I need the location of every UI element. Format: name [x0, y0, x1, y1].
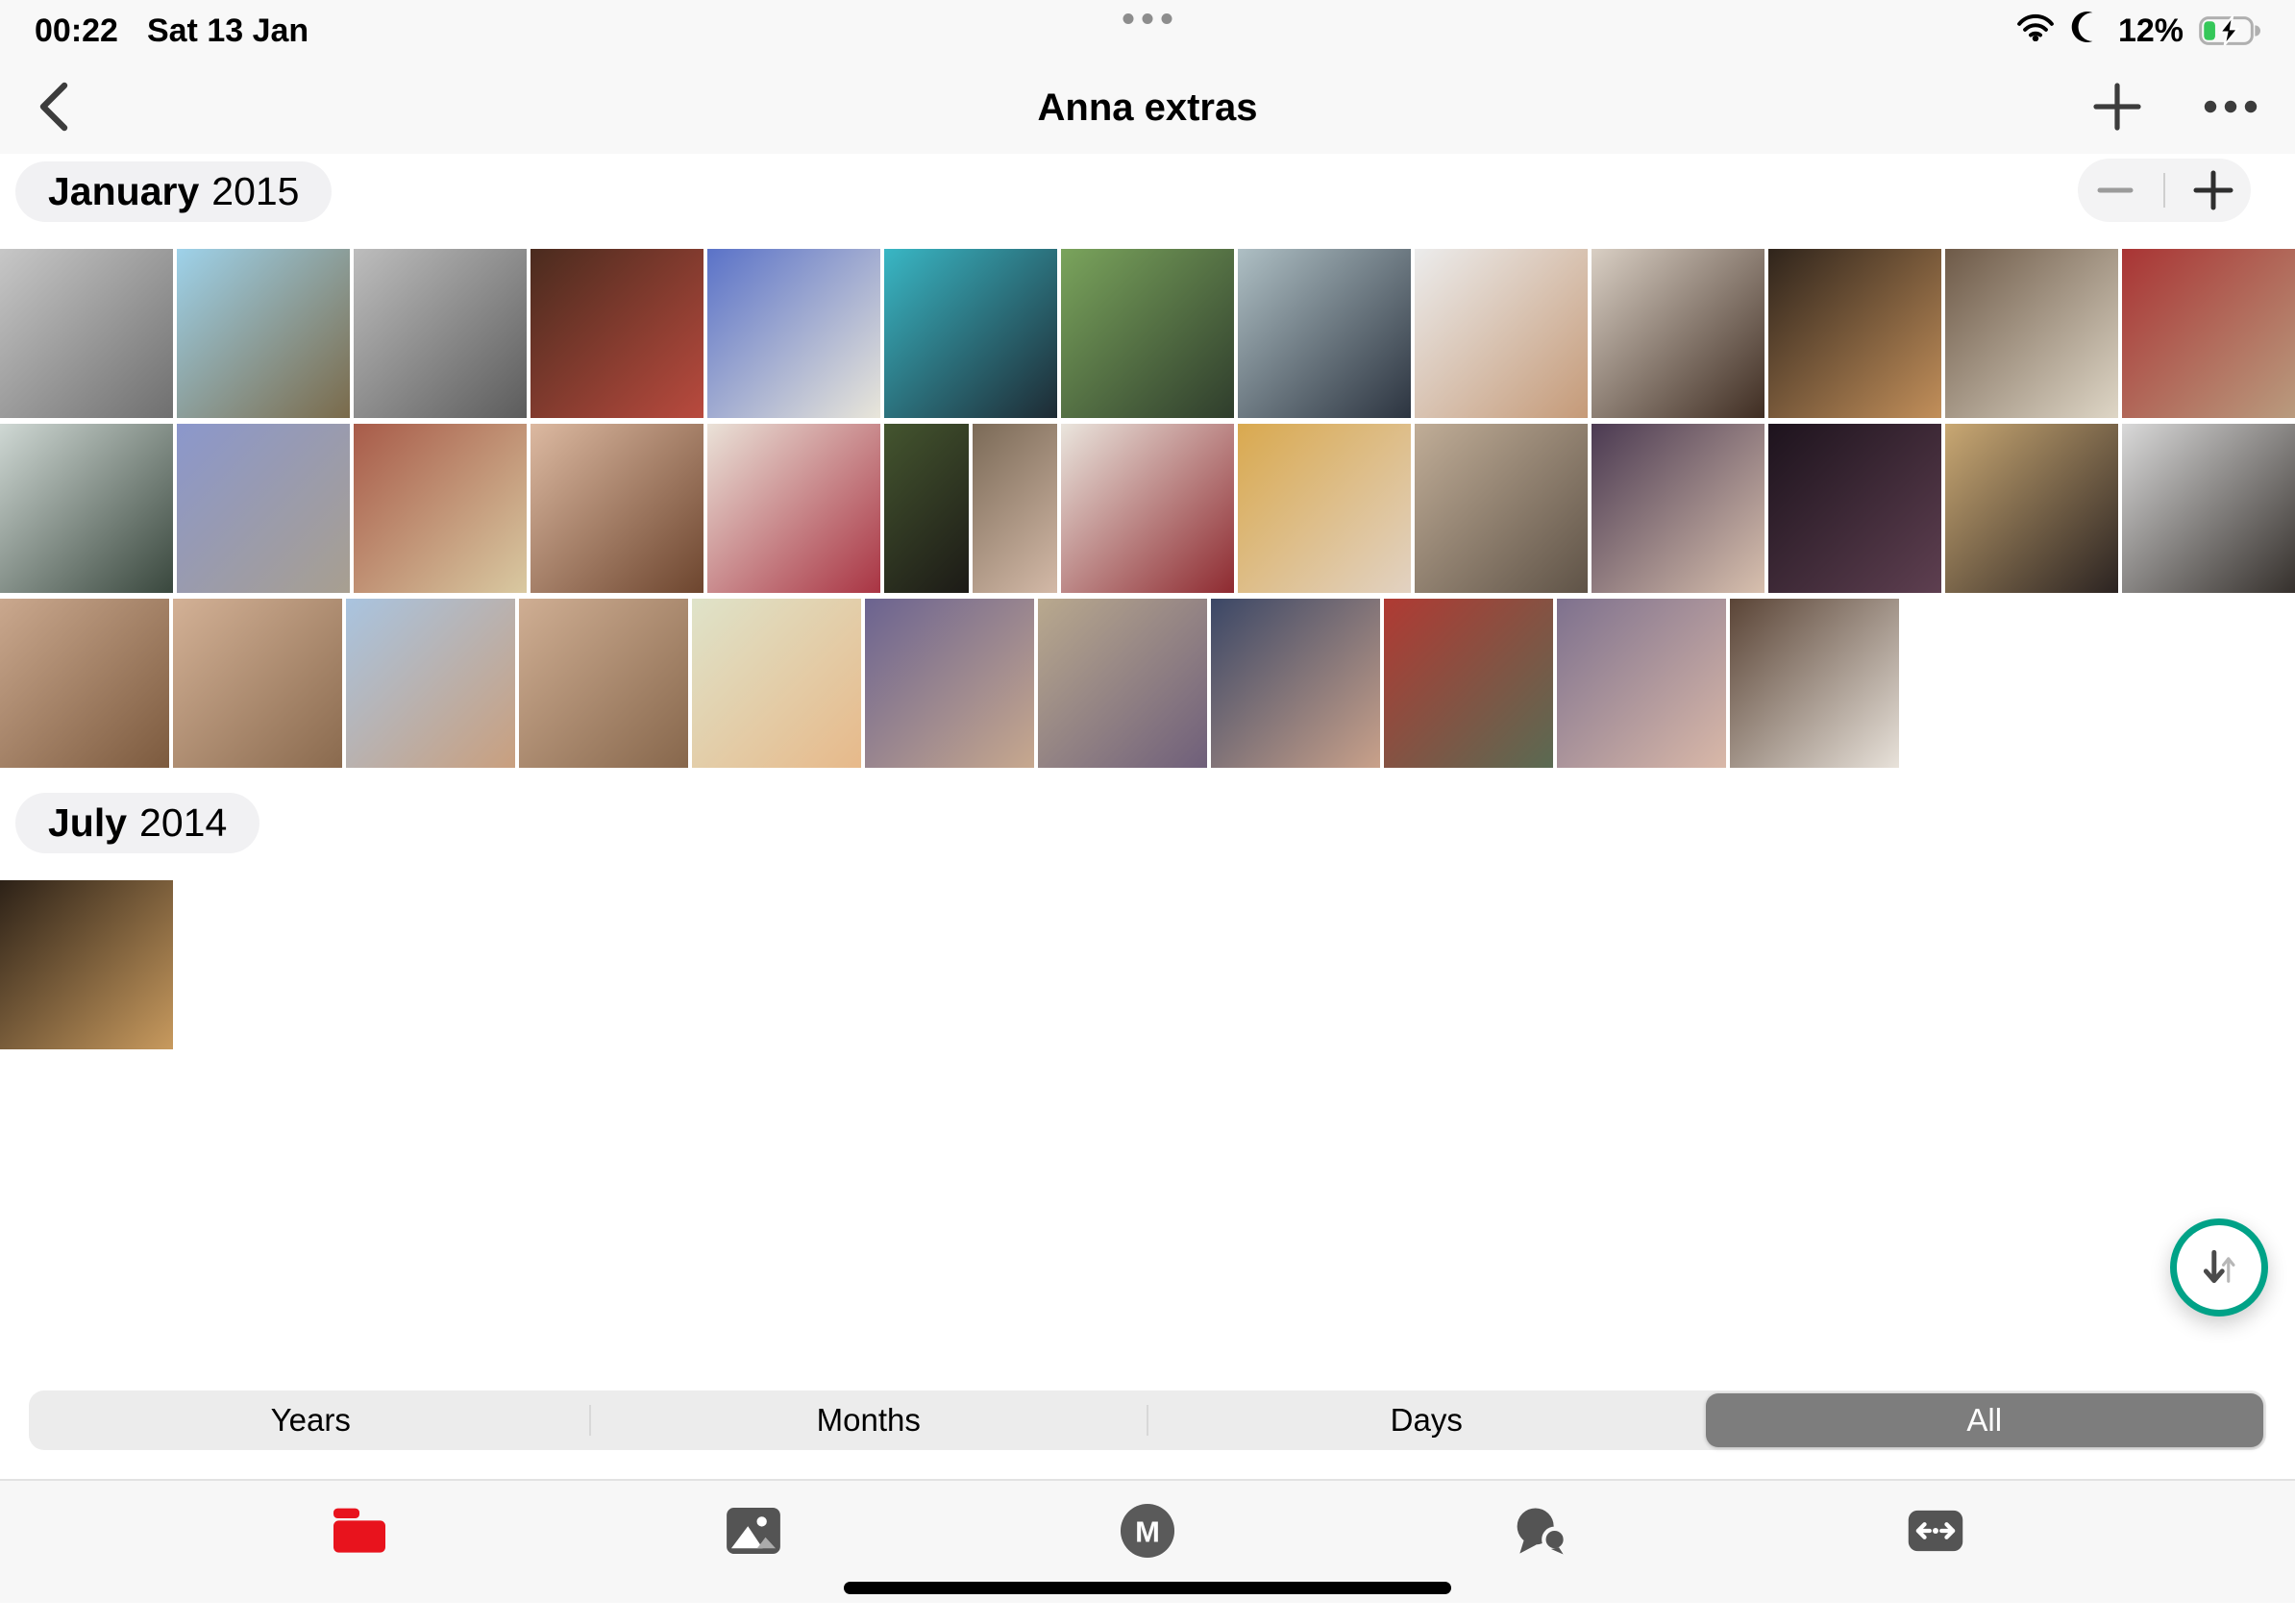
photo-thumbnail[interactable]: [1415, 424, 1588, 593]
nav-actions: [2085, 75, 2262, 138]
photo-thumbnail[interactable]: [177, 424, 350, 593]
photo-row: [0, 880, 2295, 1049]
status-left: 00:22 Sat 13 Jan: [35, 12, 308, 50]
page-title: Anna extras: [1038, 86, 1258, 130]
battery-charging-icon: [2199, 15, 2260, 46]
month-section: July 2014: [0, 774, 2295, 1049]
photo-thumbnail[interactable]: [707, 249, 880, 418]
photo-thumbnail[interactable]: [1557, 599, 1726, 768]
photo-row: [0, 424, 2295, 593]
photo-thumbnail[interactable]: [692, 599, 861, 768]
home-indicator[interactable]: [844, 1582, 1451, 1594]
sort-order-button[interactable]: [2170, 1218, 2268, 1316]
photo-row: [0, 249, 2295, 418]
tab-chat[interactable]: [1513, 1502, 1570, 1560]
photo-thumbnail[interactable]: [0, 599, 169, 768]
photo-thumbnail[interactable]: [884, 424, 969, 593]
clock: 00:22: [35, 12, 118, 50]
photo-thumbnail[interactable]: [707, 424, 880, 593]
date-header-month: July: [48, 800, 127, 846]
photo-thumbnail[interactable]: [1061, 424, 1234, 593]
transfers-icon: [1907, 1508, 1964, 1554]
photo-thumbnail[interactable]: [346, 599, 515, 768]
tab-transfers[interactable]: [1907, 1502, 1964, 1560]
multitasking-grabber-icon[interactable]: [1123, 13, 1172, 24]
sort-arrows-icon: [2194, 1243, 2244, 1292]
photo-thumbnail[interactable]: [1730, 599, 1899, 768]
segment-all[interactable]: All: [1706, 1393, 2264, 1447]
tab-mega-home[interactable]: M: [1119, 1502, 1176, 1560]
more-options-button[interactable]: [2199, 75, 2262, 138]
navigation-bar: Anna extras: [0, 62, 2295, 154]
photo-thumbnail[interactable]: [1768, 249, 1941, 418]
zoom-out-minus-button[interactable]: [2090, 165, 2140, 215]
photo-sections: January 2015 July 2014: [0, 154, 2295, 1055]
back-button[interactable]: [21, 73, 88, 140]
thumbnail-zoom-control: [2078, 159, 2251, 222]
photo-thumbnail[interactable]: [2122, 424, 2295, 593]
month-section: January 2015: [0, 154, 2295, 768]
photo-thumbnail[interactable]: [0, 424, 173, 593]
segment-days[interactable]: Days: [1148, 1393, 1706, 1447]
zoom-in-plus-button[interactable]: [2188, 165, 2238, 215]
status-bar: 00:22 Sat 13 Jan 12%: [0, 0, 2295, 62]
date-header-pill[interactable]: January 2015: [15, 161, 332, 222]
photo-thumbnail[interactable]: [177, 249, 350, 418]
do-not-disturb-moon-icon: [2070, 11, 2103, 52]
photo-thumbnail[interactable]: [2122, 249, 2295, 418]
add-plus-button[interactable]: [2085, 75, 2149, 138]
mega-home-icon: M: [1120, 1503, 1175, 1559]
date: Sat 13 Jan: [147, 12, 308, 50]
segment-months[interactable]: Months: [590, 1393, 1148, 1447]
photo-thumbnail[interactable]: [1038, 599, 1207, 768]
photo-thumbnail[interactable]: [865, 599, 1034, 768]
photo-thumbnail[interactable]: [531, 249, 703, 418]
photo-row: [0, 599, 2295, 768]
date-header-year: 2015: [211, 169, 299, 214]
photo-thumbnail[interactable]: [0, 880, 173, 1049]
photos-icon: [726, 1507, 781, 1555]
photo-thumbnail[interactable]: [0, 249, 173, 418]
photo-thumbnail[interactable]: [1415, 249, 1588, 418]
zoom-control-divider: [2163, 173, 2165, 208]
photo-thumbnail[interactable]: [1592, 424, 1764, 593]
mega-album-screen: 00:22 Sat 13 Jan 12%: [0, 0, 2295, 1603]
photo-thumbnail[interactable]: [1238, 424, 1411, 593]
photo-thumbnail[interactable]: [1238, 249, 1411, 418]
date-header-pill[interactable]: July 2014: [15, 793, 259, 853]
photo-thumbnail[interactable]: [354, 249, 527, 418]
status-right: 12%: [2016, 11, 2260, 52]
photo-thumbnail[interactable]: [354, 424, 527, 593]
photo-thumbnail[interactable]: [1945, 249, 2118, 418]
photo-thumbnail[interactable]: [531, 424, 703, 593]
photo-thumbnail[interactable]: [1211, 599, 1380, 768]
photo-thumbnail[interactable]: [1945, 424, 2118, 593]
photo-thumbnail[interactable]: [884, 249, 1057, 418]
photo-thumbnail[interactable]: [1592, 249, 1764, 418]
cloud-drive-folder-icon: [331, 1507, 388, 1555]
photo-thumbnail[interactable]: [173, 599, 342, 768]
photo-grid: [0, 880, 2295, 1049]
date-header-month: January: [48, 169, 199, 214]
svg-text:M: M: [1135, 1515, 1160, 1549]
segment-years[interactable]: Years: [32, 1393, 590, 1447]
wifi-icon: [2016, 12, 2055, 50]
photo-thumbnail[interactable]: [1768, 424, 1941, 593]
tab-cloud-drive[interactable]: [331, 1502, 388, 1560]
photo-thumbnail[interactable]: [1384, 599, 1553, 768]
photo-thumbnail[interactable]: [973, 424, 1057, 593]
photo-thumbnail[interactable]: [519, 599, 688, 768]
segmented-control: YearsMonthsDaysAll: [29, 1390, 2266, 1450]
photo-grid: [0, 249, 2295, 768]
tab-photos[interactable]: [725, 1502, 782, 1560]
chat-icon: [1514, 1506, 1569, 1556]
battery-percent: 12%: [2118, 12, 2184, 50]
date-header-year: 2014: [139, 800, 227, 846]
photo-thumbnail[interactable]: [1061, 249, 1234, 418]
